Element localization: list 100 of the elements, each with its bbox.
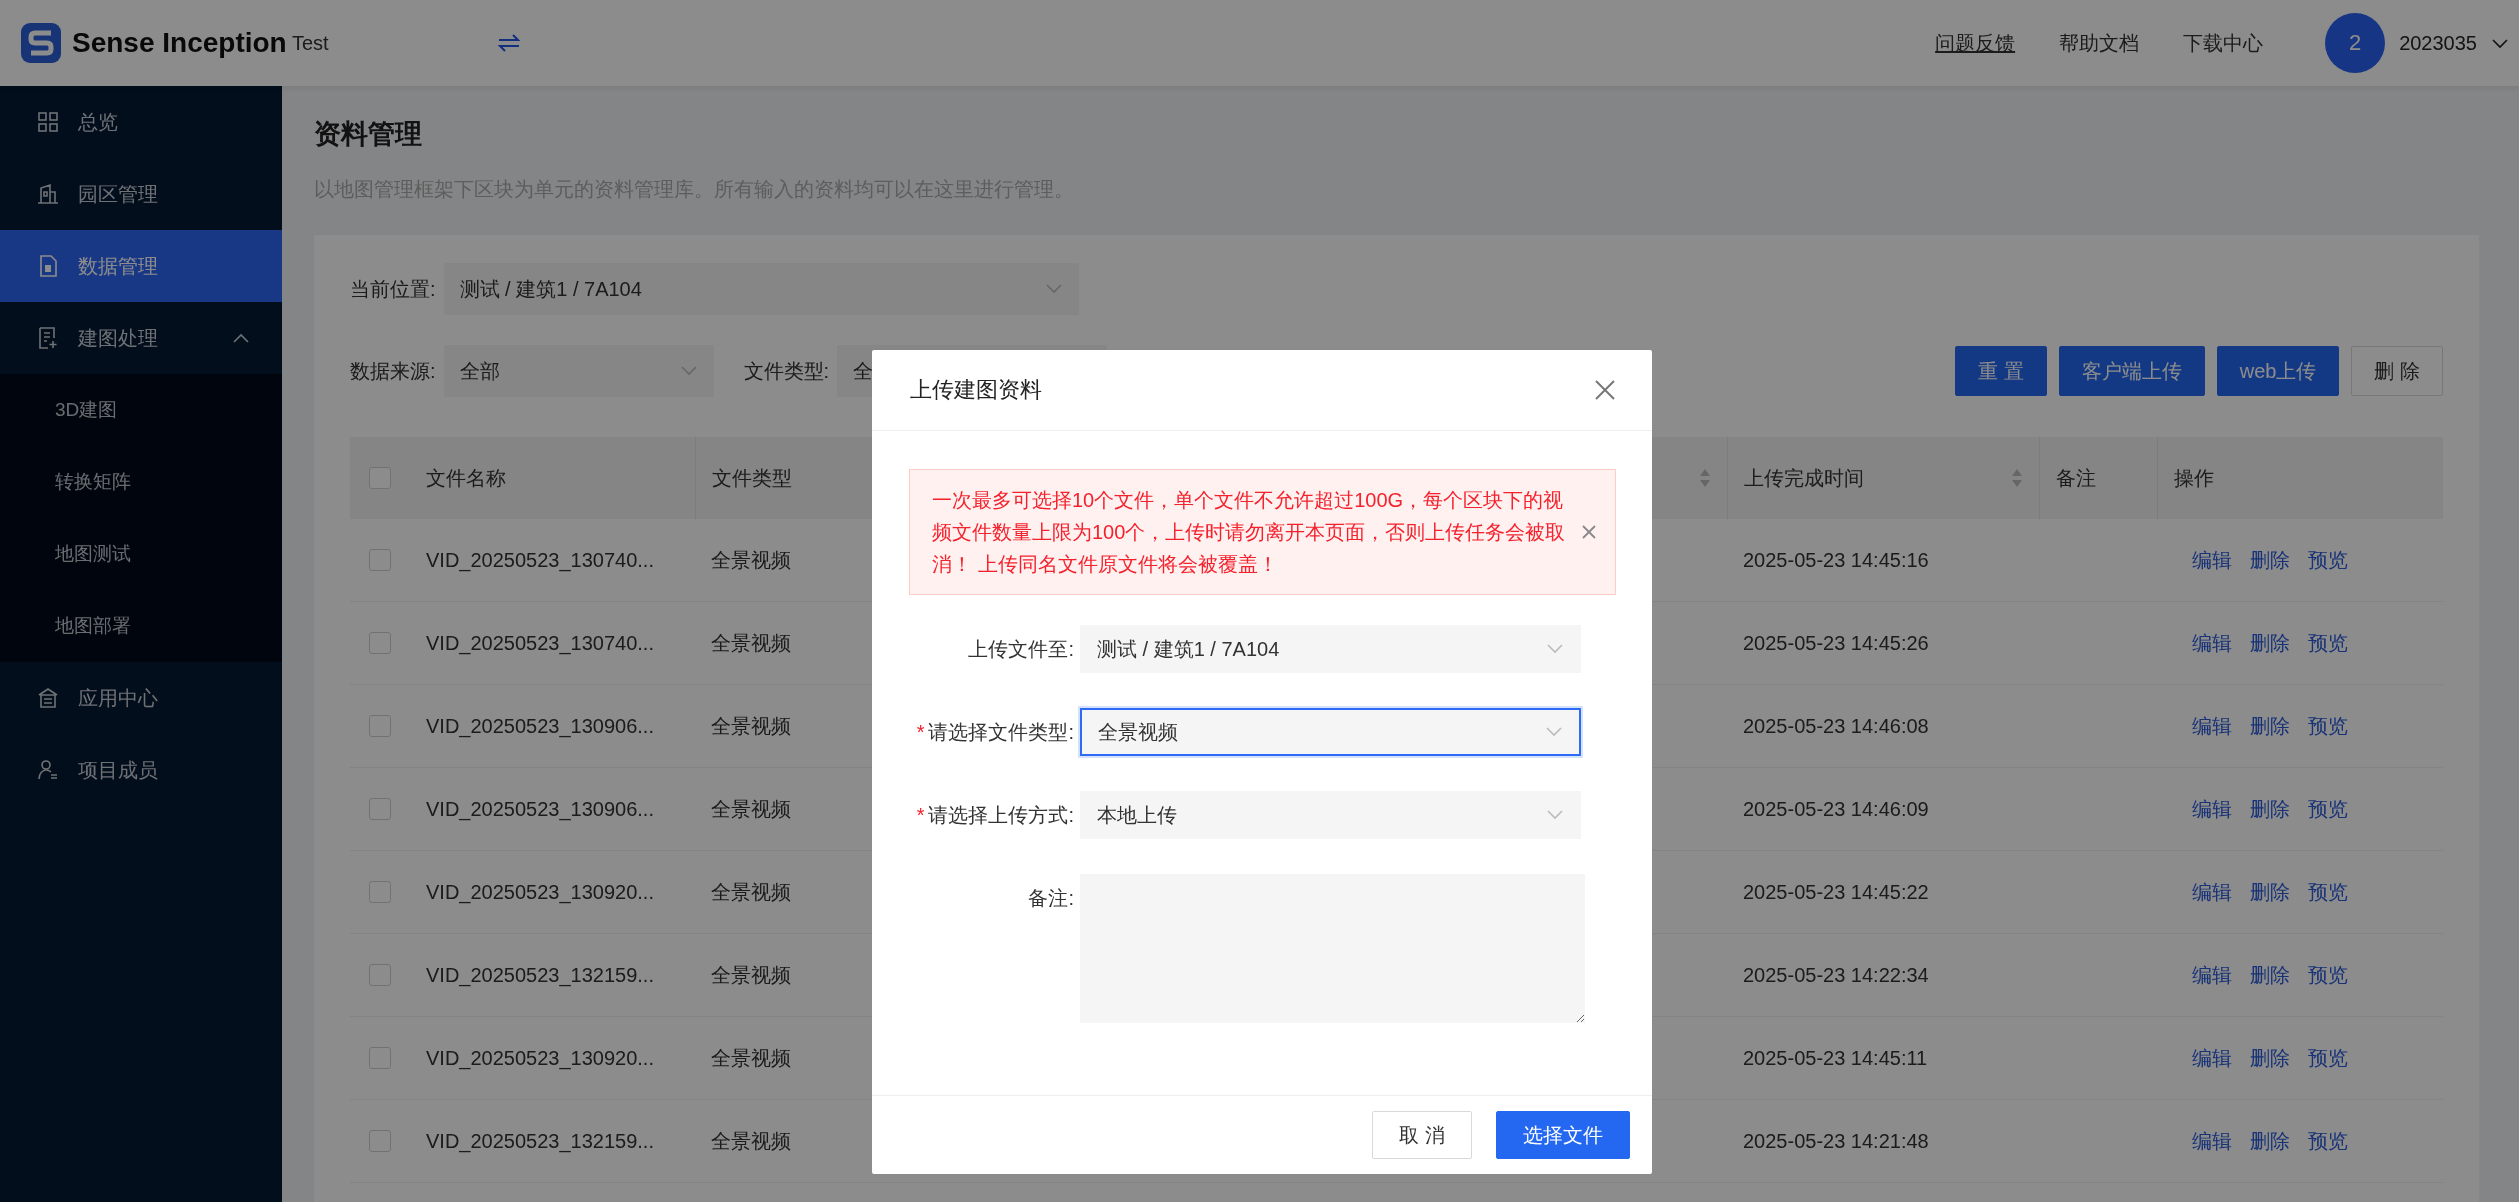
sort-icon[interactable] (1699, 467, 1711, 489)
close-icon[interactable] (1594, 379, 1616, 401)
table-cell-text: 全景视频 (710, 713, 792, 739)
close-icon[interactable] (1581, 524, 1597, 540)
alert-text: 一次最多可选择10个文件，单个文件不允许超过100G，每个区块下的视频文件数量上限为100个，上传时请勿离开本页面，否则上传任务会被取消！ 上传同名文件原文件将会被覆盖！ (932, 488, 1567, 577)
sidebar-subitem[interactable]: 转换矩阵 (0, 446, 282, 518)
location-label: 当前位置: (350, 276, 436, 302)
checkbox[interactable] (369, 549, 391, 571)
action-link[interactable]: 预览 (2308, 1127, 2348, 1155)
toolbar-button[interactable]: 客户端上传 (2058, 346, 2205, 396)
sidebar-item[interactable]: 数据管理 (0, 230, 282, 302)
checkbox[interactable] (369, 715, 391, 737)
table-cell-text: VID_20250523_130920... (425, 880, 655, 904)
action-link[interactable]: 删除 (2250, 546, 2290, 574)
checkbox[interactable] (369, 632, 391, 654)
checkbox[interactable] (369, 881, 391, 903)
dialog-button[interactable]: 选择文件 (1496, 1111, 1630, 1159)
chevron-down-icon (1545, 726, 1563, 738)
notes-field[interactable] (1080, 874, 1585, 1023)
toolbar-button[interactable]: web上传 (2216, 346, 2340, 396)
column-header: 备注 (2056, 465, 2096, 491)
table-cell-text: VID_20250523_130906... (425, 797, 655, 821)
table-cell-text: VID_20250523_132159... (425, 963, 655, 987)
sidebar-subitem[interactable]: 地图部署 (0, 590, 282, 662)
column-header: 操作 (2174, 465, 2214, 491)
table-cell-text: 全景视频 (710, 879, 792, 905)
action-link[interactable]: 删除 (2250, 1127, 2290, 1155)
select-field[interactable]: 本地上传 (1080, 791, 1581, 839)
action-link[interactable]: 删除 (2250, 878, 2290, 906)
dialog-button[interactable]: 取 消 (1372, 1111, 1472, 1159)
chevron-down-icon (2491, 37, 2509, 50)
action-link[interactable]: 删除 (2250, 629, 2290, 657)
sidebar-item[interactable]: 园区管理 (0, 158, 282, 230)
dialog-title: 上传建图资料 (910, 376, 1042, 404)
action-link[interactable]: 预览 (2308, 961, 2348, 989)
action-link[interactable]: 删除 (2250, 795, 2290, 823)
table-cell-text: 2025-05-23 14:45:11 (1742, 1046, 1929, 1070)
table-cell-text: 全景视频 (710, 630, 792, 656)
action-link[interactable]: 编辑 (2192, 712, 2232, 740)
column-header: 文件类型 (712, 465, 792, 491)
action-link[interactable]: 编辑 (2192, 546, 2232, 574)
table-cell-text: 2025-05-23 14:45:22 (1742, 880, 1930, 904)
field-label: 上传文件至: (968, 638, 1074, 660)
action-link[interactable]: 编辑 (2192, 878, 2232, 906)
sidebar-item[interactable]: 应用中心 (0, 662, 282, 734)
select-field[interactable]: 全景视频 (1080, 708, 1581, 756)
sidebar-item[interactable]: 总览 (0, 86, 282, 158)
table-cell-text: 全景视频 (710, 1128, 792, 1154)
action-link[interactable]: 预览 (2308, 629, 2348, 657)
building-icon (36, 182, 60, 206)
chevron-down-icon (1546, 809, 1564, 821)
table-cell-text: VID_20250523_130920... (425, 1046, 655, 1070)
action-link[interactable]: 预览 (2308, 795, 2348, 823)
toolbar-button[interactable]: 重 置 (1955, 346, 2047, 396)
action-link[interactable]: 预览 (2308, 1044, 2348, 1072)
sort-icon[interactable] (2011, 467, 2023, 489)
action-link[interactable]: 编辑 (2192, 961, 2232, 989)
sidebar-item[interactable]: 建图处理 (0, 302, 282, 374)
checkbox[interactable] (369, 467, 391, 489)
checkbox[interactable] (369, 798, 391, 820)
source-select[interactable]: 全部 (443, 345, 714, 397)
user-avatar[interactable]: 2 (2325, 13, 2386, 73)
header-link[interactable]: 问题反馈 (1935, 29, 2016, 57)
action-link[interactable]: 预览 (2308, 712, 2348, 740)
toolbar-button[interactable]: 删 除 (2351, 346, 2443, 396)
action-link[interactable]: 编辑 (2192, 795, 2232, 823)
action-link[interactable]: 编辑 (2192, 1044, 2232, 1072)
table-cell-text: VID_20250523_132159... (425, 1129, 655, 1153)
table-cell-text: 2025-05-23 14:45:26 (1742, 631, 1930, 655)
table-cell-text: VID_20250523_130740... (425, 631, 655, 655)
header-link[interactable]: 下载中心 (2183, 29, 2264, 57)
action-link[interactable]: 删除 (2250, 961, 2290, 989)
column-header: 上传完成时间 (1744, 465, 1864, 491)
table-cell-text: 2025-05-23 14:22:34 (1742, 963, 1930, 987)
action-link[interactable]: 预览 (2308, 546, 2348, 574)
chevron-down-icon (1044, 283, 1063, 295)
action-link[interactable]: 编辑 (2192, 1127, 2232, 1155)
action-link[interactable]: 预览 (2308, 878, 2348, 906)
swap-icon[interactable] (497, 34, 521, 52)
sidebar-subitem[interactable]: 3D建图 (0, 374, 282, 446)
required-mark: * (916, 721, 925, 743)
header-link[interactable]: 帮助文档 (2059, 29, 2140, 57)
checkbox[interactable] (369, 1130, 391, 1152)
project-name: Test (292, 31, 330, 55)
sidebar-item[interactable]: 项目成员 (0, 734, 282, 806)
action-link[interactable]: 删除 (2250, 1044, 2290, 1072)
sidebar-subitem[interactable]: 地图测试 (0, 518, 282, 590)
table-cell-text: 全景视频 (710, 962, 792, 988)
logo-icon (20, 22, 62, 64)
action-link[interactable]: 删除 (2250, 712, 2290, 740)
action-link[interactable]: 编辑 (2192, 629, 2232, 657)
select-field[interactable]: 测试 / 建筑1 / 7A104 (1080, 625, 1581, 673)
field-label: 请选择上传方式: (928, 804, 1074, 826)
chevron-down-icon (679, 365, 698, 377)
required-mark: * (916, 804, 925, 826)
checkbox[interactable] (369, 964, 391, 986)
checkbox[interactable] (369, 1047, 391, 1069)
logo-text: Sense Inception (72, 27, 287, 59)
location-select[interactable]: 测试 / 建筑1 / 7A104 (443, 263, 1079, 315)
chevron-down-icon (1546, 643, 1564, 655)
